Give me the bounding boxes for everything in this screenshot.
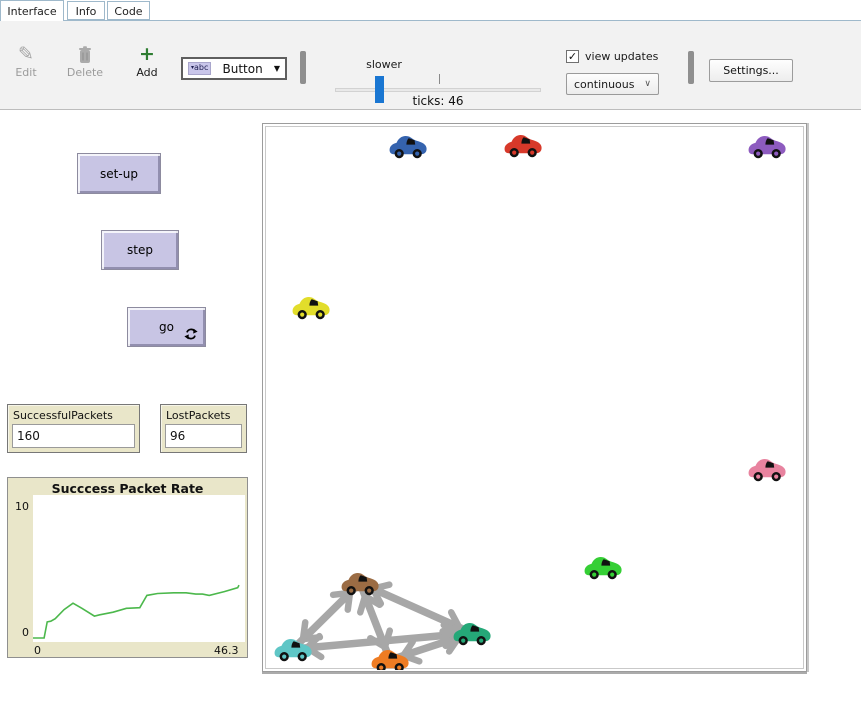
plot-area — [33, 495, 245, 642]
toolbar-separator — [300, 51, 306, 84]
toolbar: ✎ Edit Delete + Add ▾abc Button ▼ — [0, 21, 861, 110]
monitor-value: 96 — [165, 424, 242, 448]
view-updates-checkbox[interactable]: ✓ — [566, 50, 579, 63]
x-axis-max-label: 46.3 — [214, 644, 239, 657]
monitor-label: SuccessfulPackets — [13, 409, 113, 422]
link-line — [348, 593, 350, 610]
edit-button[interactable]: ✎ Edit — [6, 42, 46, 79]
plus-icon: + — [127, 42, 167, 66]
plot-line — [33, 585, 239, 638]
x-axis-min-label: 0 — [34, 644, 41, 657]
netlogo-window: Interface Info Code ✎ Edit Delete + A — [0, 0, 861, 726]
setup-button[interactable]: set-up — [77, 153, 161, 194]
y-axis-min-label: 0 — [9, 626, 29, 639]
plot-line-canvas — [33, 495, 245, 642]
update-mode-dropdown[interactable]: continuous ∨ — [566, 73, 659, 95]
car-green — [585, 557, 622, 579]
setup-button-label: set-up — [100, 167, 138, 181]
add-button[interactable]: + Add — [127, 42, 167, 79]
link-line — [303, 622, 305, 639]
links-layer — [293, 583, 472, 661]
tab-info[interactable]: Info — [67, 1, 105, 20]
tab-bar: Interface Info Code — [0, 0, 861, 21]
car-violet — [749, 136, 786, 158]
car-red — [505, 135, 542, 157]
add-label: Add — [136, 66, 157, 79]
dropdown-arrow-icon: ▼ — [274, 64, 280, 73]
slower-label: slower — [366, 58, 402, 71]
forever-icon — [184, 327, 198, 341]
toolbar-separator-2 — [688, 51, 694, 84]
pencil-icon: ✎ — [6, 42, 46, 66]
monitor-lost-packets: LostPackets 96 — [160, 404, 247, 453]
chevron-down-icon: ∨ — [644, 79, 651, 89]
world-canvas — [266, 127, 805, 670]
go-button[interactable]: go — [127, 307, 206, 347]
delete-button[interactable]: Delete — [60, 42, 110, 79]
delete-label: Delete — [67, 66, 103, 79]
plot-success-packet-rate: Succcess Packet Rate 10 0 0 46.3 — [7, 477, 248, 658]
tab-interface[interactable]: Interface — [0, 0, 64, 21]
tab-code[interactable]: Code — [107, 1, 150, 20]
trash-icon — [60, 42, 110, 66]
car-yellow — [293, 297, 330, 319]
widget-type-dropdown[interactable]: ▾abc Button ▼ — [181, 57, 287, 80]
widget-type-selected: Button — [216, 62, 268, 76]
car-blue — [390, 136, 427, 158]
monitor-label: LostPackets — [166, 409, 230, 422]
step-button-label: step — [127, 243, 153, 257]
go-button-label: go — [159, 320, 174, 334]
update-mode-selected: continuous — [574, 78, 635, 91]
button-widget-icon: ▾abc — [188, 62, 211, 75]
world-view[interactable] — [262, 123, 807, 672]
slider-center-tick — [439, 74, 440, 84]
car-cyan — [275, 639, 312, 661]
view-updates-row: ✓ view updates — [566, 50, 658, 63]
monitor-successful-packets: SuccessfulPackets 160 — [7, 404, 140, 453]
car-pink — [749, 459, 786, 481]
step-button[interactable]: step — [101, 230, 179, 270]
plot-title: Succcess Packet Rate — [8, 481, 247, 496]
view-updates-label: view updates — [585, 50, 658, 63]
ticks-counter: ticks: 46 — [335, 94, 541, 108]
settings-button[interactable]: Settings... — [709, 59, 793, 82]
y-axis-max-label: 10 — [9, 500, 29, 513]
edit-label: Edit — [15, 66, 36, 79]
speed-slider-track[interactable] — [335, 88, 541, 92]
monitor-value: 160 — [12, 424, 135, 448]
